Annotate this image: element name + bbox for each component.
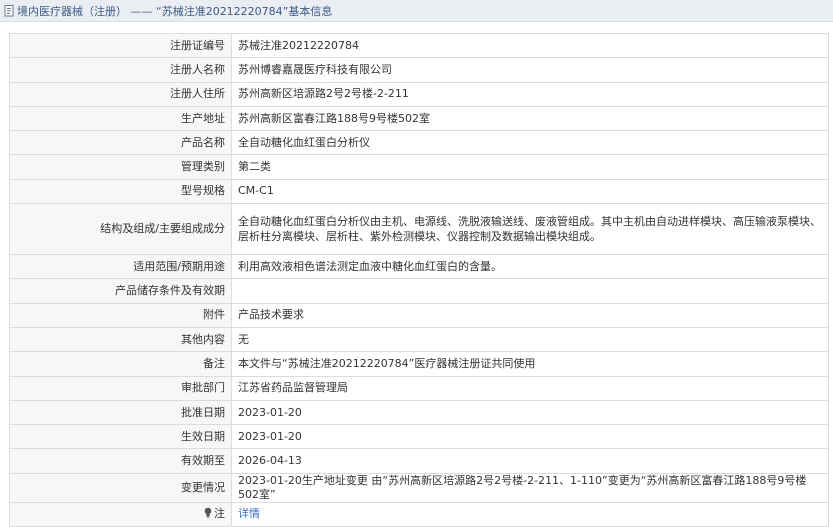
field-label: 产品储存条件及有效期 (9, 278, 232, 304)
info-panel: 注册证编号 苏械注准20212220784 注册人名称 苏州博睿嘉晟医疗科技有限… (9, 32, 829, 527)
table-row: 注册人住所 苏州高新区培源路2号2号楼-2-211 (9, 81, 829, 107)
field-value: 苏械注准20212220784 (231, 32, 829, 59)
table-row: 附件 产品技术要求 (9, 302, 829, 328)
field-label: 适用范围/预期用途 (9, 254, 232, 280)
field-label: 附件 (9, 302, 232, 328)
note-label-cell: 注 (9, 501, 232, 527)
field-value: 全自动糖化血红蛋白分析仪 (231, 130, 829, 156)
field-label: 注册人住所 (9, 81, 232, 107)
field-value: 2026-04-13 (231, 448, 829, 474)
table-row: 结构及组成/主要组成成分 全自动糖化血红蛋白分析仪由主机、电源线、洗脱液输送线、… (9, 203, 829, 256)
table-row: 产品储存条件及有效期 (9, 278, 829, 304)
field-value: 利用高效液相色谱法测定血液中糖化血红蛋白的含量。 (231, 254, 829, 280)
page-header: 境内医疗器械（注册） —— “苏械注准20212220784”基本信息 (0, 0, 833, 22)
table-row: 适用范围/预期用途 利用高效液相色谱法测定血液中糖化血红蛋白的含量。 (9, 254, 829, 280)
field-label: 注册人名称 (9, 57, 232, 83)
field-label: 有效期至 (9, 448, 232, 474)
field-value: 2023-01-20 (231, 424, 829, 450)
field-label: 生产地址 (9, 105, 232, 132)
note-value-cell: 详情 (231, 501, 829, 527)
field-value: 苏州博睿嘉晟医疗科技有限公司 (231, 57, 829, 83)
table-row: 注册证编号 苏械注准20212220784 (9, 32, 829, 59)
field-value: 第二类 (231, 154, 829, 180)
field-label: 审批部门 (9, 375, 232, 401)
note-row: 注 详情 (9, 501, 829, 527)
field-label: 产品名称 (9, 130, 232, 156)
field-value: 苏州高新区富春江路188号9号楼502室 (231, 105, 829, 132)
field-label: 变更情况 (9, 472, 232, 503)
table-row: 型号规格 CM-C1 (9, 178, 829, 205)
field-value: 苏州高新区培源路2号2号楼-2-211 (231, 81, 829, 107)
field-value: 全自动糖化血红蛋白分析仪由主机、电源线、洗脱液输送线、废液管组成。其中主机由自动… (231, 203, 829, 256)
field-label: 生效日期 (9, 424, 232, 450)
field-label: 注册证编号 (9, 32, 232, 59)
field-label: 备注 (9, 351, 232, 377)
field-value: 2023-01-20 (231, 399, 829, 426)
field-value: 产品技术要求 (231, 302, 829, 328)
table-row: 有效期至 2026-04-13 (9, 448, 829, 474)
field-value: 2023-01-20生产地址变更 由“苏州高新区培源路2号2号楼-2-211、1… (231, 472, 829, 503)
table-row: 批准日期 2023-01-20 (9, 399, 829, 426)
document-icon (4, 4, 15, 17)
table-row: 备注 本文件与“苏械注准20212220784”医疗器械注册证共同使用 (9, 351, 829, 377)
info-table: 注册证编号 苏械注准20212220784 注册人名称 苏州博睿嘉晟医疗科技有限… (9, 32, 829, 527)
table-row: 其他内容 无 (9, 326, 829, 353)
details-link[interactable]: 详情 (238, 507, 260, 520)
field-label: 批准日期 (9, 399, 232, 426)
table-row: 生产地址 苏州高新区富春江路188号9号楼502室 (9, 105, 829, 132)
field-label: 管理类别 (9, 154, 232, 180)
field-value: CM-C1 (231, 178, 829, 205)
lightbulb-icon (203, 507, 213, 522)
page-title: 境内医疗器械（注册） —— “苏械注准20212220784”基本信息 (17, 4, 333, 18)
field-value: 江苏省药品监督管理局 (231, 375, 829, 401)
table-row: 产品名称 全自动糖化血红蛋白分析仪 (9, 130, 829, 156)
field-value: 无 (231, 326, 829, 353)
table-row: 管理类别 第二类 (9, 154, 829, 180)
table-row: 审批部门 江苏省药品监督管理局 (9, 375, 829, 401)
field-value (231, 278, 829, 304)
field-value: 本文件与“苏械注准20212220784”医疗器械注册证共同使用 (231, 351, 829, 377)
note-label-text: 注 (214, 507, 225, 521)
field-label: 型号规格 (9, 178, 232, 205)
field-label: 结构及组成/主要组成成分 (9, 203, 232, 256)
table-row: 生效日期 2023-01-20 (9, 424, 829, 450)
field-label: 其他内容 (9, 326, 232, 353)
table-row: 变更情况 2023-01-20生产地址变更 由“苏州高新区培源路2号2号楼-2-… (9, 472, 829, 503)
table-row: 注册人名称 苏州博睿嘉晟医疗科技有限公司 (9, 57, 829, 83)
note-label: 注 (203, 507, 225, 522)
